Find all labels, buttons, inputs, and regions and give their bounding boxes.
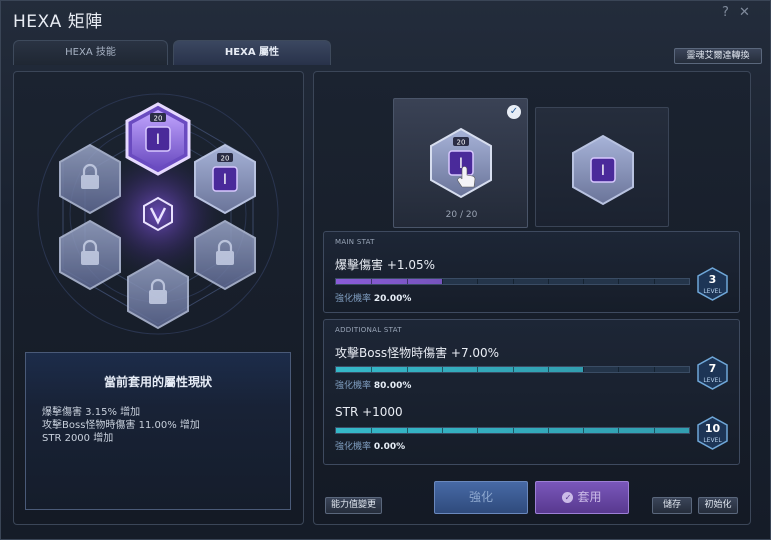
additional-stat-progress-bar <box>335 366 690 373</box>
current-status-heading: 當前套用的屬性現狀 <box>103 375 212 389</box>
hexa-node-lower-left[interactable] <box>57 219 123 291</box>
additional-stat-rate: 強化機率 80.00% <box>335 381 412 391</box>
additional-stat-rate: 強化機率 0.00% <box>335 442 406 452</box>
main-stat-level: 3 <box>708 273 717 286</box>
additional-stat-name: 攻擊Boss怪物時傷害 +7.00% <box>335 346 500 360</box>
hexa-emblem-icon <box>143 196 173 232</box>
hexa-node-upper-right[interactable]: I 20 <box>192 143 258 215</box>
progress-segment-divider <box>547 367 549 372</box>
stat-core-card-selected[interactable]: I 20 ✓ 20 / 20 <box>393 98 528 228</box>
svg-text:I: I <box>223 172 227 188</box>
progress-segment-divider <box>583 428 585 433</box>
stat-core-card[interactable]: I <box>535 107 669 227</box>
check-icon: ✓ <box>507 105 521 119</box>
node-level-label: 20 <box>154 115 163 123</box>
progress-segment-divider <box>583 367 585 372</box>
additional-stat-panel: ADDITIONAL STAT 攻擊Boss怪物時傷害 +7.00% 強化機率 … <box>323 319 740 465</box>
additional-stat-section-label: ADDITIONAL STAT <box>335 326 402 334</box>
apply-button[interactable]: ✓ 套用 <box>535 481 629 514</box>
save-button[interactable]: 儲存 <box>652 497 692 514</box>
main-stat-section-label: MAIN STAT <box>335 238 375 246</box>
additional-stat-level: 10 <box>704 422 721 435</box>
svg-text:I: I <box>601 163 605 179</box>
progress-segment-divider <box>512 367 514 372</box>
help-icon[interactable]: ? <box>722 5 729 20</box>
progress-fill <box>336 367 584 372</box>
close-icon[interactable]: ✕ <box>739 5 750 20</box>
progress-segment-divider <box>477 279 479 284</box>
stat-change-button[interactable]: 能力值變更 <box>325 497 382 514</box>
svg-text:I: I <box>156 132 160 148</box>
progress-segment-divider <box>406 279 408 284</box>
progress-segment-divider <box>618 428 620 433</box>
hexa-node-bottom[interactable] <box>125 258 191 330</box>
additional-stat-level-badge: 10 LEVEL <box>697 416 728 450</box>
progress-segment-divider <box>441 279 443 284</box>
progress-fill <box>336 279 442 284</box>
card-level-label: 20 <box>457 139 466 147</box>
progress-segment-divider <box>406 367 408 372</box>
progress-segment-divider <box>583 279 585 284</box>
status-line: 攻擊Boss怪物時傷害 11.00% 增加 <box>42 420 200 431</box>
check-circle-icon: ✓ <box>562 492 574 503</box>
main-stat-level-badge: 3 LEVEL <box>697 267 728 301</box>
tab-hexa-stat[interactable]: HEXA 屬性 <box>173 40 331 65</box>
current-stat-status-box: 當前套用的屬性現狀 爆擊傷害 3.15% 增加 攻擊Boss怪物時傷害 11.0… <box>25 352 291 510</box>
main-stat-panel: MAIN STAT 爆擊傷害 +1.05% 強化機率 20.00% 3 LEVE… <box>323 231 740 313</box>
main-stat-progress-bar <box>335 278 690 285</box>
progress-segment-divider <box>477 428 479 433</box>
window-title: HEXA 矩陣 <box>13 12 103 32</box>
progress-segment-divider <box>653 279 655 284</box>
reset-button[interactable]: 初始化 <box>698 497 738 514</box>
progress-segment-divider <box>547 428 549 433</box>
tab-hexa-skill[interactable]: HEXA 技能 <box>13 40 168 65</box>
progress-segment-divider <box>653 428 655 433</box>
node-level-label: 20 <box>221 155 230 163</box>
progress-segment-divider <box>547 279 549 284</box>
hexa-node-top[interactable]: I 20 <box>124 102 192 176</box>
progress-segment-divider <box>653 367 655 372</box>
status-line: 爆擊傷害 3.15% 增加 <box>42 407 141 418</box>
main-stat-name: 爆擊傷害 +1.05% <box>335 258 435 272</box>
stat-core-icon: I <box>572 134 634 206</box>
additional-stat-level: 7 <box>708 362 717 375</box>
progress-segment-divider <box>371 279 373 284</box>
card-progress-text: 20 / 20 <box>445 210 478 220</box>
progress-segment-divider <box>618 367 620 372</box>
additional-stat-level-badge: 7 LEVEL <box>697 356 728 390</box>
enhance-button[interactable]: 強化 <box>434 481 528 514</box>
progress-segment-divider <box>477 367 479 372</box>
progress-segment-divider <box>406 428 408 433</box>
additional-stat-name: STR +1000 <box>335 405 403 419</box>
status-line: STR 2000 增加 <box>42 433 114 444</box>
progress-segment-divider <box>441 367 443 372</box>
progress-segment-divider <box>441 428 443 433</box>
hexa-matrix-window: HEXA 矩陣 ? ✕ HEXA 技能 HEXA 屬性 靈魂艾爾達轉換 I 20… <box>0 0 771 540</box>
progress-segment-divider <box>512 279 514 284</box>
progress-segment-divider <box>371 428 373 433</box>
stat-core-icon: I 20 <box>430 127 492 199</box>
hexa-node-upper-left[interactable] <box>57 143 123 215</box>
hexa-node-lower-right[interactable] <box>192 219 258 291</box>
progress-segment-divider <box>371 367 373 372</box>
progress-segment-divider <box>512 428 514 433</box>
additional-stat-progress-bar <box>335 427 690 434</box>
sol-erda-convert-button[interactable]: 靈魂艾爾達轉換 <box>674 48 762 64</box>
progress-segment-divider <box>618 279 620 284</box>
main-stat-rate: 強化機率 20.00% <box>335 294 412 304</box>
